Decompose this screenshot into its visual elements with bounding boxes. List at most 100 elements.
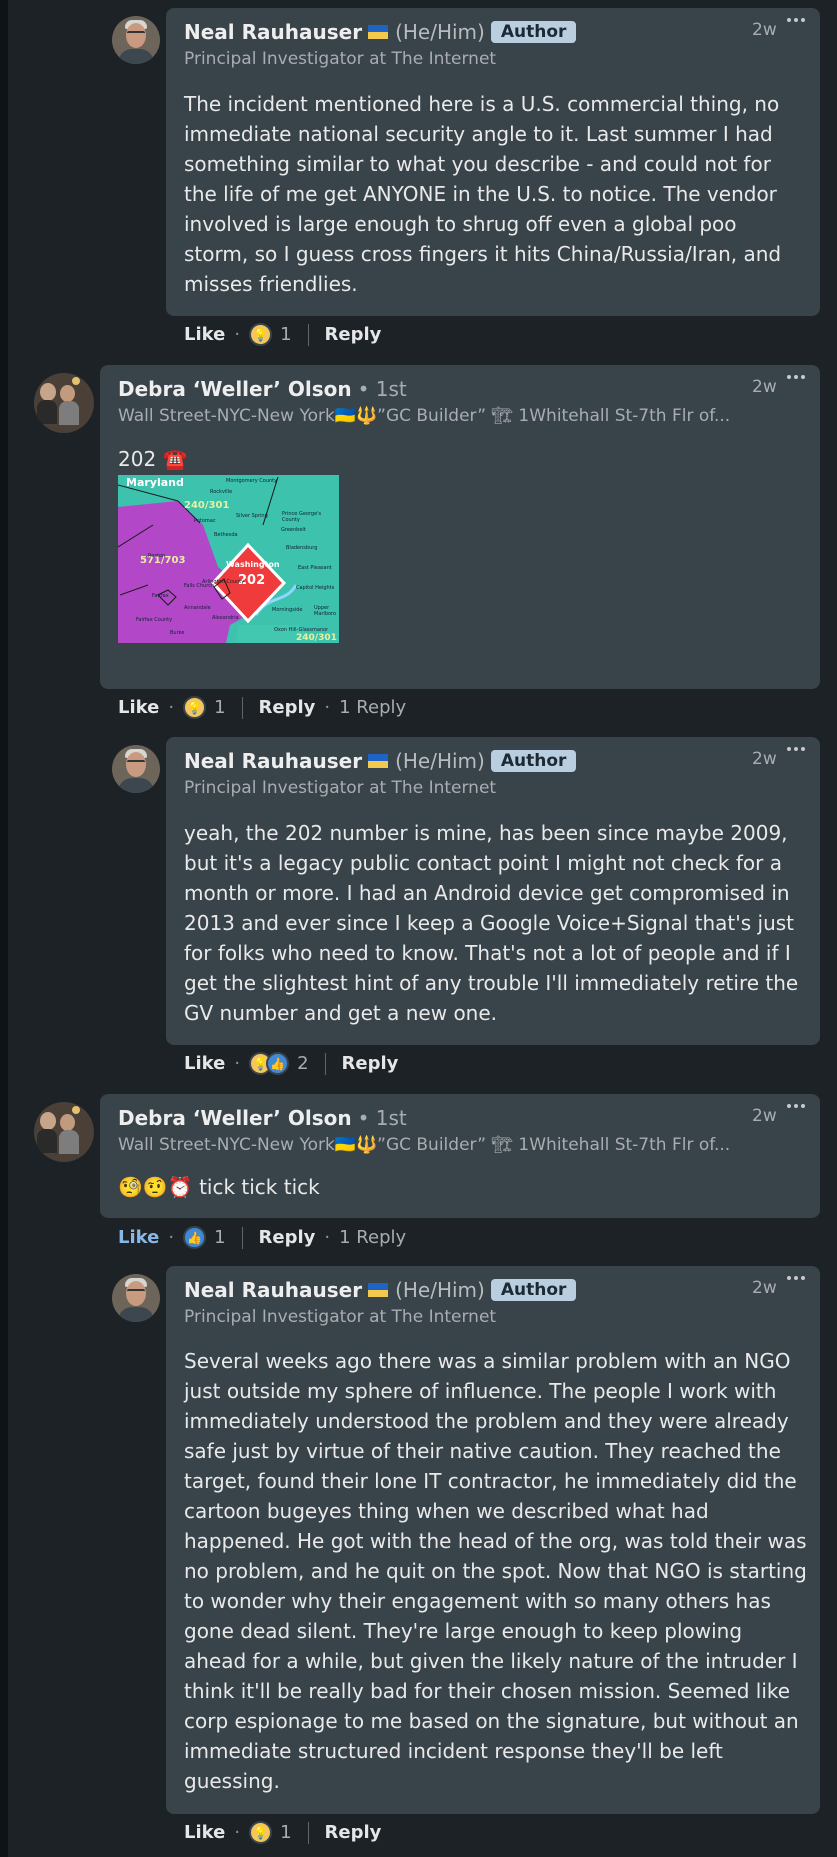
map-label: Rockville [210, 489, 233, 495]
left-gutter [0, 0, 8, 1857]
more-options-icon[interactable] [787, 18, 805, 22]
reactions[interactable]: 💡 1 [249, 1821, 292, 1844]
ukraine-flag-icon [368, 1283, 389, 1297]
author-name[interactable]: Neal Rauhauser [184, 749, 362, 773]
separator-dot: · [234, 1053, 241, 1074]
replies-count[interactable]: 1 Reply [339, 697, 406, 718]
map-label: Capitol Heights [296, 585, 335, 591]
more-options-icon[interactable] [787, 1276, 805, 1280]
reactions[interactable]: 👍 1 [183, 1226, 226, 1249]
more-options-icon[interactable] [787, 1104, 805, 1108]
comment-text: yeah, the 202 number is mine, has been s… [184, 821, 799, 1025]
reply-button[interactable]: Reply [325, 1822, 382, 1843]
avatar[interactable] [112, 745, 160, 793]
author-name[interactable]: Debra ‘Weller’ Olson [118, 377, 352, 401]
comment-text: 🧐🤨⏰ tick tick tick [118, 1175, 320, 1199]
more-options-icon[interactable] [787, 375, 805, 379]
author-name[interactable]: Debra ‘Weller’ Olson [118, 1106, 352, 1130]
separator-dot: · [234, 1822, 241, 1843]
ukraine-flag-icon [368, 25, 389, 39]
map-label: Morningside [272, 607, 303, 613]
connection-degree: • 1st [357, 377, 407, 401]
map-label: Alexandria [212, 615, 239, 621]
comment-card: Neal Rauhauser (He/Him) Author Principal… [166, 8, 820, 316]
comment-actions: Like · 👍 1 Reply · 1 Reply [118, 1226, 406, 1249]
map-label: Reston [148, 553, 166, 559]
reply-button[interactable]: Reply [342, 1053, 399, 1074]
ukraine-flag-icon [368, 754, 389, 768]
like-reaction-icon: 👍 [183, 1226, 207, 1249]
comment-text: The incident mentioned here is a U.S. co… [184, 92, 782, 296]
separator-dot: · [234, 324, 241, 345]
pronouns: (He/Him) [395, 749, 485, 773]
separator-dot: · [168, 697, 175, 718]
separator-dot: · [324, 697, 331, 718]
reply-button[interactable]: Reply [259, 697, 316, 718]
reactions[interactable]: 💡 1 [183, 696, 226, 719]
map-label: East Pleasant [298, 565, 332, 571]
map-label: Burke [170, 630, 185, 636]
author-headline: Principal Investigator at The Internet [184, 1307, 497, 1327]
insightful-reaction-icon: 💡 [183, 696, 207, 719]
like-button[interactable]: Like [118, 697, 159, 718]
timestamp: 2w [752, 1278, 777, 1298]
reply-button[interactable]: Reply [259, 1227, 316, 1248]
avatar[interactable] [112, 1274, 160, 1322]
map-label: Maryland [126, 476, 184, 489]
pronouns: (He/Him) [395, 20, 485, 44]
like-button[interactable]: Like [184, 324, 225, 345]
area-code-map-image[interactable]: Maryland Montgomery County 240/301 571/7… [118, 475, 339, 643]
divider [241, 696, 243, 719]
pronouns: (He/Him) [395, 1278, 485, 1302]
author-name[interactable]: Neal Rauhauser [184, 20, 362, 44]
more-options-icon[interactable] [787, 747, 805, 751]
map-label: Montgomery County [226, 478, 278, 484]
map-label: Bladensburg [286, 545, 318, 551]
comment-card: Neal Rauhauser (He/Him) Author Principal… [166, 1266, 820, 1814]
map-label: Potomac [194, 518, 216, 524]
avatar[interactable] [34, 1102, 94, 1162]
timestamp: 2w [752, 377, 777, 397]
timestamp: 2w [752, 1106, 777, 1126]
comment-text: Several weeks ago there was a similar pr… [184, 1349, 807, 1793]
author-name[interactable]: Neal Rauhauser [184, 1278, 362, 1302]
like-button[interactable]: Like [184, 1822, 225, 1843]
reply-button[interactable]: Reply [325, 324, 382, 345]
insightful-reaction-icon: 💡 [249, 323, 273, 346]
map-label: Washington [226, 560, 280, 569]
map-label: Arlington County [202, 579, 245, 585]
author-badge: Author [490, 750, 577, 772]
comment-actions: Like · 💡 👍 2 Reply [184, 1052, 398, 1075]
avatar[interactable] [34, 373, 94, 433]
like-button[interactable]: Like [118, 1227, 159, 1248]
reaction-count: 1 [214, 1227, 226, 1248]
map-label: Fairfax County [136, 617, 173, 623]
comment-card: Neal Rauhauser (He/Him) Author Principal… [166, 737, 820, 1045]
map-label: Silver Spring [236, 513, 268, 519]
comment-actions: Like · 💡 1 Reply · 1 Reply [118, 696, 406, 719]
reactions[interactable]: 💡 👍 2 [249, 1052, 309, 1075]
reaction-count: 1 [280, 324, 292, 345]
like-reaction-icon: 👍 [266, 1052, 290, 1075]
map-label: Upper Marlboro [314, 605, 337, 617]
comment-card: Debra ‘Weller’ Olson • 1st Wall Street-N… [100, 1094, 820, 1218]
reactions[interactable]: 💡 1 [249, 323, 292, 346]
divider [307, 323, 309, 346]
map-label: Fairfax [152, 593, 169, 599]
timestamp: 2w [752, 20, 777, 40]
insightful-reaction-icon: 💡 [249, 1821, 273, 1844]
comment-actions: Like · 💡 1 Reply [184, 323, 381, 346]
avatar[interactable] [112, 16, 160, 64]
reaction-count: 1 [280, 1822, 292, 1843]
reaction-count: 2 [297, 1053, 309, 1074]
author-badge: Author [490, 1279, 577, 1301]
map-label: Bethesda [214, 532, 238, 538]
replies-count[interactable]: 1 Reply [339, 1227, 406, 1248]
author-badge: Author [490, 21, 577, 43]
comment-card: Debra ‘Weller’ Olson • 1st Wall Street-N… [100, 365, 820, 689]
author-headline: Wall Street-NYC-New York🇺🇦🔱”GC Builder” … [118, 1135, 731, 1155]
divider [324, 1052, 326, 1075]
separator-dot: · [168, 1227, 175, 1248]
like-button[interactable]: Like [184, 1053, 225, 1074]
map-label: Greenbelt [281, 527, 306, 533]
